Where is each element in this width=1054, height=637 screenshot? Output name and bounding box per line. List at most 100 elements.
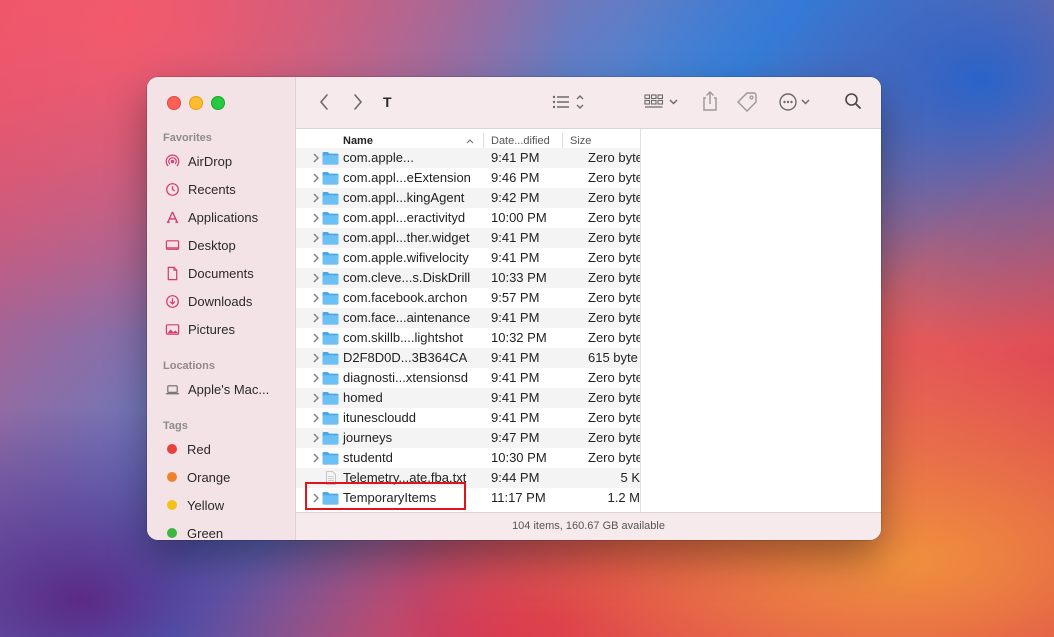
locations-header: Locations [163,360,215,372]
file-date-modified: 9:57 PM [491,290,540,305]
sidebar-item-downloads[interactable]: Downloads [164,290,252,312]
file-date-modified: 9:41 PM [491,370,540,385]
tag-button[interactable] [736,91,758,113]
sidebar-item-applications[interactable]: Applications [164,206,258,228]
sidebar-item-recents[interactable]: Recents [164,178,236,200]
table-row[interactable]: diagnosti...xtensionsd 9:41 PM Zero byte [296,368,640,388]
document-icon [164,265,180,281]
pictures-icon [164,321,180,337]
file-date-modified: 11:17 PM [491,490,546,505]
file-date-modified: 9:47 PM [491,430,540,445]
file-date-modified: 10:32 PM [491,330,547,345]
file-size: Zero byte [588,410,640,425]
file-size: 615 byte [588,350,638,365]
share-icon [703,91,717,111]
folder-icon [322,271,339,285]
sidebar-item-desktop[interactable]: Desktop [164,234,236,256]
table-row[interactable]: com.appl...eractivityd 10:00 PM Zero byte [296,208,640,228]
sidebar-item-airdrop[interactable]: AirDrop [164,150,232,172]
sidebar-tag-red[interactable]: Red [164,438,211,460]
file-date-modified: 9:46 PM [491,170,540,185]
disclosure-chevron-icon[interactable] [312,232,320,244]
table-row[interactable]: com.apple.wifivelocity 9:41 PM Zero byte [296,248,640,268]
view-mode-button[interactable] [552,94,588,110]
forward-button[interactable] [352,93,364,111]
disclosure-chevron-icon[interactable] [312,292,320,304]
disclosure-chevron-icon[interactable] [312,212,320,224]
file-size: 5 K [620,470,640,485]
file-name: com.appl...kingAgent [343,190,465,205]
table-row[interactable]: com.appl...eExtension 9:46 PM Zero byte [296,168,640,188]
disclosure-chevron-icon[interactable] [312,432,320,444]
zoom-button[interactable] [211,96,225,110]
table-row[interactable]: com.skillb....lightshot 10:32 PM Zero byte [296,328,640,348]
download-icon [164,293,180,309]
table-row[interactable]: com.facebook.archon 9:57 PM Zero byte [296,288,640,308]
table-row[interactable]: com.apple... 9:41 PM Zero byte [296,148,640,168]
close-button[interactable] [167,96,181,110]
disclosure-chevron-icon[interactable] [312,332,320,344]
table-row[interactable]: D2F8D0D...3B364CA 9:41 PM 615 byte [296,348,640,368]
sidebar-item-label: Pictures [188,321,235,337]
file-name: com.face...aintenance [343,310,471,325]
disclosure-chevron-icon[interactable] [312,172,320,184]
disclosure-chevron-icon[interactable] [312,252,320,264]
minimize-button[interactable] [189,96,203,110]
sidebar-item-label: Orange [187,469,231,485]
share-button[interactable] [701,90,719,112]
file-name: com.skillb....lightshot [343,330,463,345]
table-row[interactable]: com.appl...ther.widget 9:41 PM Zero byte [296,228,640,248]
tag-dot-icon [167,528,177,538]
folder-icon [322,151,339,165]
group-button[interactable] [644,94,680,110]
file-list[interactable]: Name Date...dified Size com.apple... 9:41… [296,129,640,512]
table-row[interactable]: com.cleve...s.DiskDrill 10:33 PM Zero byte [296,268,640,288]
search-button[interactable] [844,92,862,110]
disclosure-chevron-icon[interactable] [312,272,320,284]
file-size: Zero byte [588,390,640,405]
disclosure-chevron-icon[interactable] [312,372,320,384]
sidebar-item-pictures[interactable]: Pictures [164,318,235,340]
file-date-modified: 9:41 PM [491,230,540,245]
ellipsis-circle-icon [779,93,810,111]
back-button[interactable] [318,93,330,111]
disclosure-chevron-icon[interactable] [312,452,320,464]
disclosure-chevron-icon[interactable] [312,192,320,204]
sidebar-tag-orange[interactable]: Orange [164,466,230,488]
column-date-modified[interactable]: Date...dified [491,135,550,147]
sidebar-item-label: Desktop [188,237,236,253]
column-name[interactable]: Name [343,135,373,147]
column-size[interactable]: Size [570,135,591,147]
file-name: homed [343,390,383,405]
sidebar-item-label: Green [187,525,224,541]
file-name: com.apple... [343,150,414,165]
sidebar-tag-yellow[interactable]: Yellow [164,494,224,516]
file-date-modified: 9:44 PM [491,470,540,485]
sidebar-item-mac[interactable]: Apple's Mac... [164,378,269,400]
disclosure-chevron-icon[interactable] [312,412,320,424]
table-row[interactable]: itunescloudd 9:41 PM Zero byte [296,408,640,428]
file-size: Zero byte [588,450,640,465]
sidebar-tag-green[interactable]: Green [164,522,223,540]
more-actions-button[interactable] [778,92,814,112]
file-size: Zero byte [588,370,640,385]
table-row[interactable]: com.appl...kingAgent 9:42 PM Zero byte [296,188,640,208]
highlight-box [305,482,466,510]
table-row[interactable]: journeys 9:47 PM Zero byte [296,428,640,448]
sidebar-item-documents[interactable]: Documents [164,262,254,284]
table-row[interactable]: studentd 10:30 PM Zero byte [296,448,640,468]
disclosure-chevron-icon[interactable] [312,312,320,324]
table-row[interactable]: com.face...aintenance 9:41 PM Zero byte [296,308,640,328]
folder-icon [322,371,339,385]
grid-icon [644,94,678,108]
file-name: com.facebook.archon [343,290,468,305]
file-size: Zero byte [588,190,640,205]
disclosure-chevron-icon[interactable] [312,152,320,164]
status-bar: 104 items, 160.67 GB available [296,512,881,540]
file-date-modified: 10:30 PM [491,450,547,465]
sidebar-item-label: AirDrop [188,153,233,169]
table-row[interactable]: homed 9:41 PM Zero byte [296,388,640,408]
disclosure-chevron-icon[interactable] [312,352,320,364]
preview-pane [641,129,881,512]
disclosure-chevron-icon[interactable] [312,392,320,404]
